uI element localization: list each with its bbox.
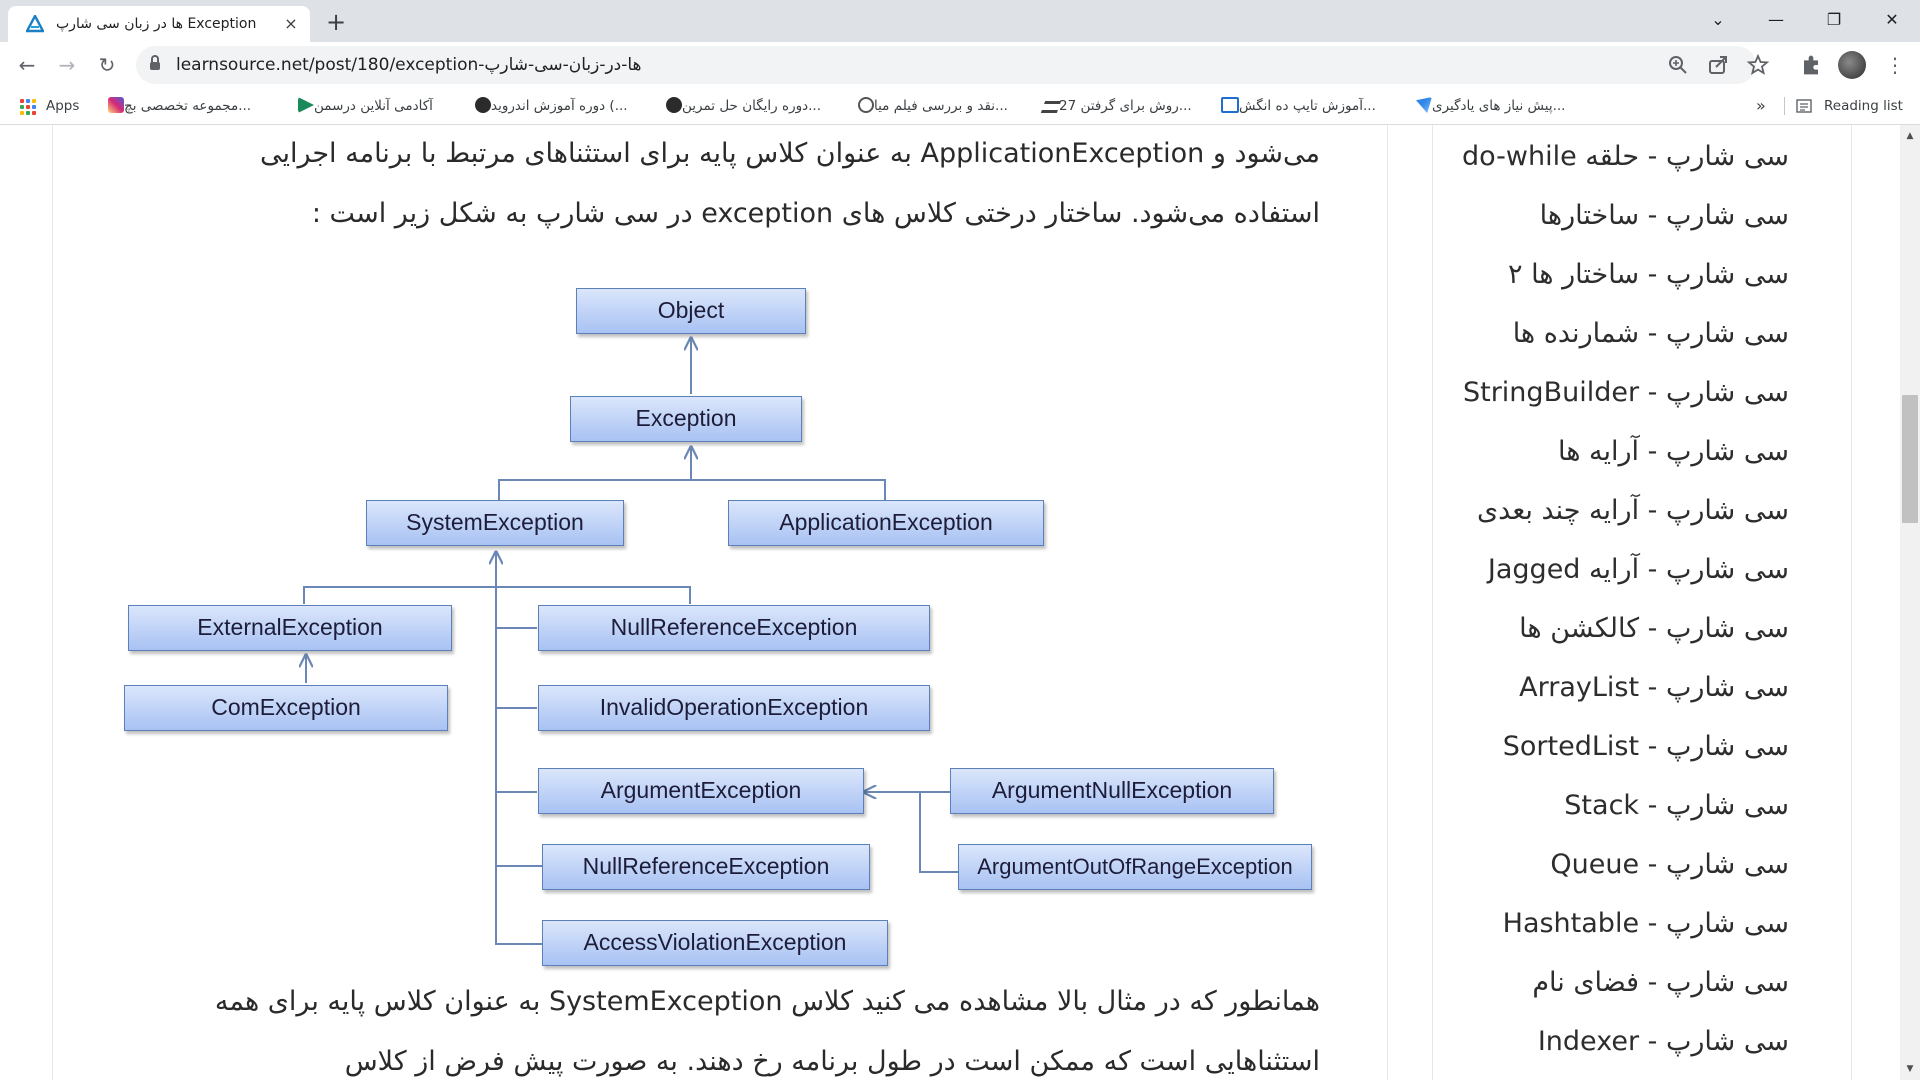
sidebar-link[interactable]: سی شارپ - Stack: [1564, 786, 1789, 826]
sidebar-link[interactable]: سی شارپ - Queue: [1550, 845, 1789, 885]
sidebar-related-posts: سی شارپ - حلقه do-while سی شارپ - ساختار…: [1432, 125, 1852, 1080]
page-scrollbar[interactable]: ▲ ▼: [1900, 125, 1920, 1080]
scroll-up-arrow-icon[interactable]: ▲: [1900, 127, 1920, 145]
system-exception-box: SystemException: [366, 500, 624, 546]
sidebar-link[interactable]: سی شارپ - حلقه do-while: [1462, 137, 1789, 177]
sidebar-link[interactable]: سی شارپ - آرایه Jagged: [1488, 550, 1789, 590]
access-violation-exception-box: AccessViolationException: [542, 920, 888, 966]
sidebar-link[interactable]: سی شارپ - Indexer: [1538, 1022, 1789, 1062]
external-exception-box: ExternalException: [128, 605, 452, 651]
null-reference-exception-box-2: NullReferenceException: [542, 844, 870, 890]
application-exception-box: ApplicationException: [728, 500, 1044, 546]
sidebar-link[interactable]: سی شارپ - ساختار ها ۲: [1508, 255, 1789, 295]
sidebar-link[interactable]: سی شارپ - Hashtable: [1503, 904, 1789, 944]
scroll-down-arrow-icon[interactable]: ▼: [1900, 1060, 1920, 1078]
invalid-operation-exception-box: InvalidOperationException: [538, 685, 930, 731]
scrollbar-thumb[interactable]: [1902, 395, 1918, 523]
sidebar-link[interactable]: سی شارپ - SortedList: [1503, 727, 1789, 767]
exception-class-box: Exception: [570, 396, 802, 442]
argument-out-of-range-exception-box: ArgumentOutOfRangeException: [958, 844, 1312, 890]
sidebar-link[interactable]: سی شارپ - فضای نام: [1532, 963, 1789, 1003]
sidebar-link[interactable]: سی شارپ - شمارنده ها: [1513, 314, 1789, 354]
argument-exception-box: ArgumentException: [538, 768, 864, 814]
sidebar-link[interactable]: سی شارپ - کالکشن ها: [1519, 609, 1789, 649]
com-exception-box: ComException: [124, 685, 448, 731]
sidebar-link[interactable]: سی شارپ - آرایه چند بعدی: [1477, 491, 1789, 531]
null-reference-exception-box: NullReferenceException: [538, 605, 930, 651]
object-class-box: Object: [576, 288, 806, 334]
sidebar-link[interactable]: سی شارپ - آرایه ها: [1558, 432, 1789, 472]
sidebar-link[interactable]: سی شارپ - StringBuilder: [1463, 373, 1789, 413]
sidebar-link[interactable]: سی شارپ - ArrayList: [1519, 668, 1789, 708]
argument-null-exception-box: ArgumentNullException: [950, 768, 1274, 814]
sidebar-link[interactable]: سی شارپ - ساختارها: [1540, 196, 1789, 236]
